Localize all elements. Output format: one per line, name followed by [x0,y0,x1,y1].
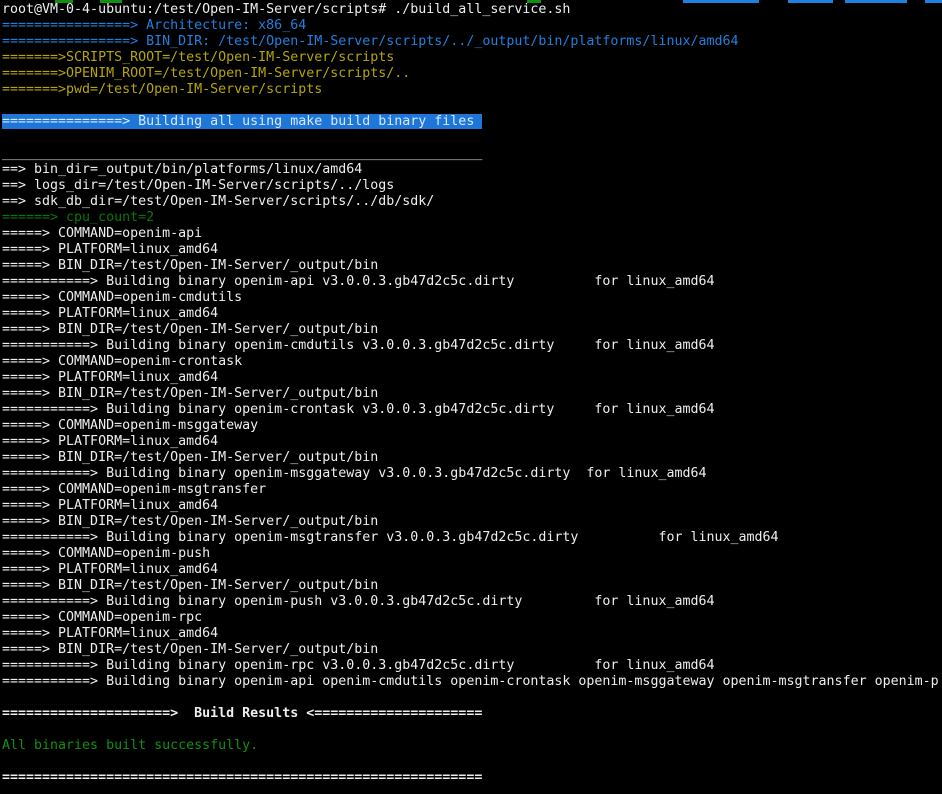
openim-root-line: =======>OPENIM_ROOT=/test/Open-IM-Server… [2,66,942,82]
command-line-cmdutils: =====> COMMAND=openim-cmdutils [2,290,942,306]
platform-line: =====> PLATFORM=linux_amd64 [2,242,942,258]
command-line-push: =====> COMMAND=openim-push [2,546,942,562]
blank-line [2,722,942,738]
command-line-rpc: =====> COMMAND=openim-rpc [2,610,942,626]
command-line-msggateway: =====> COMMAND=openim-msggateway [2,418,942,434]
scripts-root-line: =======>SCRIPTS_ROOT=/test/Open-IM-Serve… [2,50,942,66]
platform-line: =====> PLATFORM=linux_amd64 [2,498,942,514]
sdk-db-dir-var-line: ==> sdk_db_dir=/test/Open-IM-Server/scri… [2,194,942,210]
build-results-header: =====================> Build Results <==… [2,706,942,722]
building-binary-rpc: ===========> Building binary openim-rpc … [2,658,942,674]
build-success-message: All binaries built successfully. [2,738,942,754]
building-binary-msgtransfer: ===========> Building binary openim-msgt… [2,530,942,546]
platform-line: =====> PLATFORM=linux_amd64 [2,562,942,578]
bin-dir-line: =====> BIN_DIR=/test/Open-IM-Server/_out… [2,514,942,530]
build-all-banner: ===============> Building all using make… [2,114,942,130]
platform-line: =====> PLATFORM=linux_amd64 [2,626,942,642]
command-line-api: =====> COMMAND=openim-api [2,226,942,242]
terminal-body[interactable]: root@VM-0-4-ubuntu:/test/Open-IM-Server/… [2,2,942,794]
blank-line [2,130,942,146]
bin-dir-info-line: ================> BIN_DIR: /test/Open-IM… [2,34,942,50]
building-binary-cmdutils: ===========> Building binary openim-cmdu… [2,338,942,354]
building-binary-crontask: ===========> Building binary openim-cron… [2,402,942,418]
bin-dir-line: =====> BIN_DIR=/test/Open-IM-Server/_out… [2,258,942,274]
command-line-crontask: =====> COMMAND=openim-crontask [2,354,942,370]
blank-line [2,754,942,770]
building-all-binaries-line: ===========> Building binary openim-api … [2,674,942,690]
logs-dir-var-line: ==> logs_dir=/test/Open-IM-Server/script… [2,178,942,194]
prompt-line: root@VM-0-4-ubuntu:/test/Open-IM-Server/… [2,2,942,18]
bin-dir-line: =====> BIN_DIR=/test/Open-IM-Server/_out… [2,642,942,658]
equals-separator: ========================================… [2,770,942,786]
building-binary-push: ===========> Building binary openim-push… [2,594,942,610]
building-binary-api: ===========> Building binary openim-api … [2,274,942,290]
bin-dir-line: =====> BIN_DIR=/test/Open-IM-Server/_out… [2,450,942,466]
pwd-line: =======>pwd=/test/Open-IM-Server/scripts [2,82,942,98]
terminal-window: root@VM-0-4-ubuntu:/test/Open-IM-Server/… [0,0,942,794]
bin-dir-line: =====> BIN_DIR=/test/Open-IM-Server/_out… [2,386,942,402]
blank-line [2,690,942,706]
underscore-separator: ________________________________________… [2,146,942,162]
bin-dir-line: =====> BIN_DIR=/test/Open-IM-Server/_out… [2,322,942,338]
blank-line [2,98,942,114]
command-line-msgtransfer: =====> COMMAND=openim-msgtransfer [2,482,942,498]
bin-dir-var-line: ==> bin_dir=_output/bin/platforms/linux/… [2,162,942,178]
architecture-info-line: ================> Architecture: x86_64 [2,18,942,34]
bin-dir-line: =====> BIN_DIR=/test/Open-IM-Server/_out… [2,578,942,594]
building-binary-msggateway: ===========> Building binary openim-msgg… [2,466,942,482]
build-all-banner-text: ===============> Building all using make… [2,114,482,129]
cpu-count-line: ======> cpu_count=2 [2,210,942,226]
platform-line: =====> PLATFORM=linux_amd64 [2,370,942,386]
platform-line: =====> PLATFORM=linux_amd64 [2,434,942,450]
platform-line: =====> PLATFORM=linux_amd64 [2,306,942,322]
